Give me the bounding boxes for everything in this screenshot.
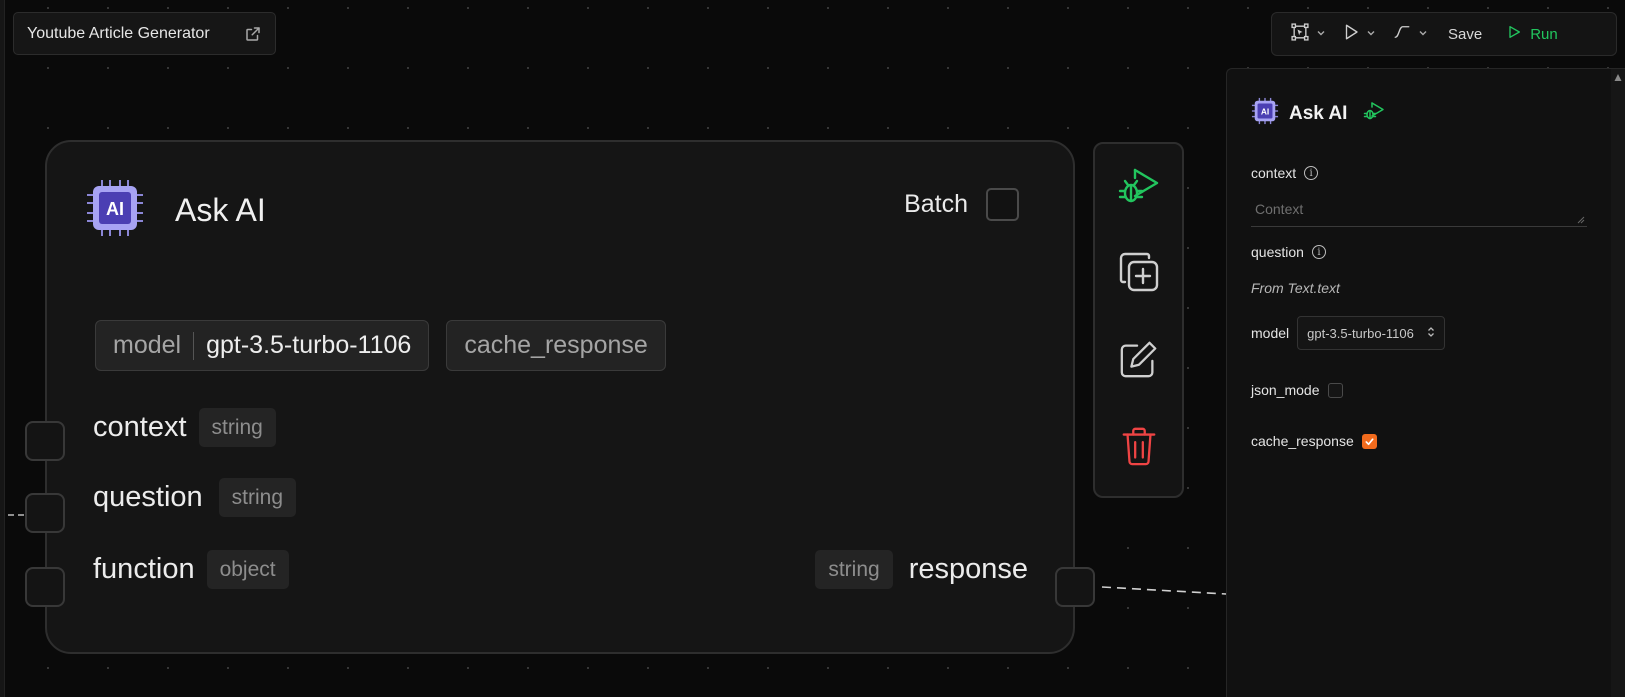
chevron-down-icon	[1366, 25, 1376, 43]
frame-select-dropdown[interactable]	[1282, 12, 1334, 56]
panel-scrollbar[interactable]	[1611, 69, 1625, 697]
chevron-down-icon	[1316, 25, 1326, 43]
workflow-title: Youtube Article Generator	[27, 24, 210, 42]
bug-play-icon[interactable]	[1363, 100, 1385, 127]
model-field: model gpt-3.5-turbo-1106	[1251, 316, 1446, 350]
model-chip-value: gpt-3.5-turbo-1106	[206, 331, 412, 359]
chip-separator	[193, 331, 195, 360]
info-icon[interactable]: i	[1311, 245, 1326, 259]
outgoing-edge	[1101, 586, 1227, 595]
chevron-down-icon	[1418, 25, 1428, 43]
node-title: Ask AI	[175, 192, 266, 228]
external-link-icon[interactable]	[244, 25, 262, 43]
copy-plus-icon	[1117, 250, 1161, 299]
run-label: Run	[1530, 25, 1558, 43]
port-type-question: string	[218, 478, 297, 517]
context-input[interactable]: Context	[1251, 195, 1587, 227]
edge-type-dropdown[interactable]	[1384, 12, 1436, 56]
batch-checkbox[interactable]	[986, 188, 1019, 221]
node-actions-panel	[1093, 142, 1184, 498]
pointer-icon	[1342, 23, 1360, 46]
input-port-function: function object	[93, 550, 289, 589]
context-placeholder: Context	[1255, 201, 1304, 217]
cache-response-chip[interactable]: cache_response	[446, 320, 666, 371]
input-handle-context[interactable]	[25, 421, 65, 461]
port-label-function: function	[93, 553, 195, 585]
json-mode-field: json_mode	[1251, 382, 1343, 398]
port-label-response: response	[908, 553, 1028, 585]
properties-panel: AI Ask AI context i Context question i F…	[1226, 68, 1625, 697]
pointer-tool-dropdown[interactable]	[1334, 12, 1384, 56]
select-updown-icon	[1427, 326, 1435, 341]
play-icon	[1506, 24, 1522, 44]
top-toolbar: Save Run	[1271, 12, 1617, 56]
input-handle-question[interactable]	[25, 493, 65, 533]
edit-button[interactable]	[1117, 339, 1161, 383]
input-port-question: question string	[93, 478, 297, 517]
curve-edge-icon	[1392, 23, 1412, 46]
ask-ai-node[interactable]: AI Ask AI Batch model gpt-3.5-turbo-1106…	[45, 140, 1075, 654]
cache-response-chip-key: cache_response	[464, 331, 648, 359]
port-label-question: question	[93, 481, 203, 513]
context-field-label: context i	[1251, 165, 1319, 181]
workflow-title-pill[interactable]: Youtube Article Generator	[13, 12, 276, 55]
run-button[interactable]: Run	[1494, 24, 1558, 44]
model-select-value: gpt-3.5-turbo-1106	[1307, 325, 1414, 341]
model-chip[interactable]: model gpt-3.5-turbo-1106	[95, 320, 430, 371]
batch-label: Batch	[904, 190, 968, 218]
output-handle-response[interactable]	[1055, 567, 1095, 607]
cache-response-field: cache_response	[1251, 433, 1377, 449]
panel-title: Ask AI	[1289, 102, 1348, 124]
scroll-up-arrow-icon[interactable]	[1614, 73, 1622, 83]
model-label: model	[1251, 325, 1290, 341]
model-select[interactable]: gpt-3.5-turbo-1106	[1297, 316, 1446, 350]
node-header: AI Ask AI	[85, 178, 266, 243]
input-port-context: context string	[93, 408, 276, 447]
json-mode-label: json_mode	[1251, 382, 1320, 398]
frame-select-icon	[1290, 22, 1310, 47]
question-source: From Text.text	[1251, 280, 1340, 296]
svg-text:AI: AI	[1261, 106, 1269, 116]
port-label-context: context	[93, 411, 187, 443]
question-field-label: question i	[1251, 244, 1326, 260]
resize-handle-icon[interactable]	[1577, 216, 1585, 224]
question-label: question	[1251, 244, 1304, 260]
json-mode-checkbox[interactable]	[1327, 382, 1343, 398]
batch-toggle[interactable]: Batch	[904, 188, 1019, 221]
cache-response-checkbox[interactable]	[1361, 433, 1377, 449]
ai-chip-icon: AI	[85, 178, 145, 243]
cache-response-label: cache_response	[1251, 433, 1354, 449]
port-type-response: string	[815, 550, 893, 589]
output-port-response: string response	[815, 550, 1028, 589]
info-icon[interactable]: i	[1304, 166, 1319, 180]
save-button[interactable]: Save	[1436, 26, 1494, 43]
ai-chip-icon: AI	[1251, 97, 1279, 130]
debug-run-button[interactable]	[1117, 166, 1161, 210]
input-handle-function[interactable]	[25, 567, 65, 607]
trash-icon	[1119, 425, 1159, 472]
panel-header: AI Ask AI	[1251, 97, 1385, 130]
bug-play-icon	[1117, 164, 1161, 213]
checkmark-icon	[1365, 437, 1374, 445]
duplicate-button[interactable]	[1117, 252, 1161, 296]
delete-button[interactable]	[1117, 426, 1161, 470]
edit-icon	[1118, 338, 1160, 385]
model-chip-key: model	[113, 331, 182, 359]
port-type-context: string	[198, 408, 276, 447]
port-type-function: object	[206, 550, 289, 589]
node-param-chips: model gpt-3.5-turbo-1106 cache_response	[95, 320, 666, 371]
svg-text:AI: AI	[106, 199, 124, 219]
left-edge-border	[0, 0, 5, 697]
context-label: context	[1251, 165, 1297, 181]
